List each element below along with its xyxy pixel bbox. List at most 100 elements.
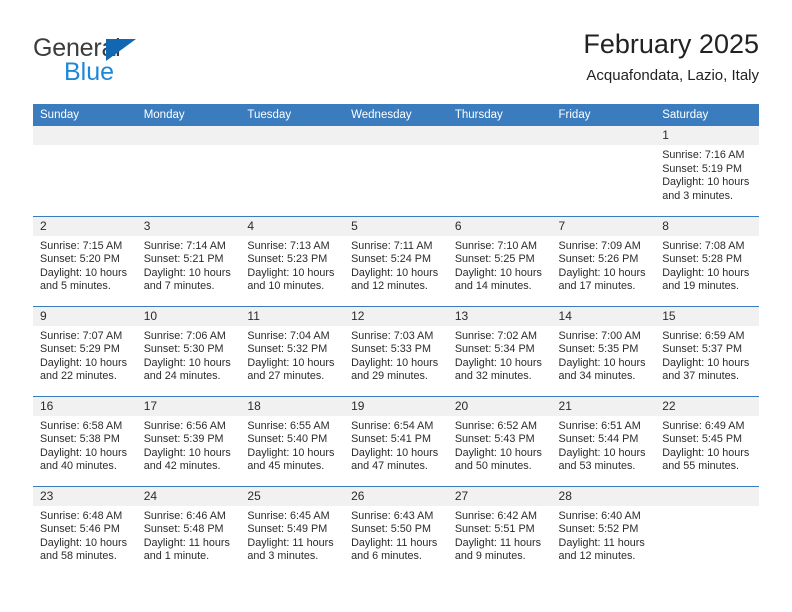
calendar-day-cell[interactable]: 24 Sunrise: 6:46 AM Sunset: 5:48 PM Dayligh… [136, 485, 241, 576]
calendar-day-cell[interactable] [240, 126, 345, 216]
calendar-day[interactable]: 17 Sunrise: 6:56 AM Sunset: 5:39 PM Dayligh… [136, 396, 241, 485]
calendar-day[interactable]: 15 Sunrise: 6:59 AM Sunset: 5:37 PM Dayligh… [655, 306, 759, 395]
calendar-day[interactable]: 7 Sunrise: 7:09 AM Sunset: 5:26 PM Daylight… [551, 216, 656, 305]
day-info: Sunrise: 6:42 AM Sunset: 5:51 PM Daylight:… [448, 506, 552, 564]
calendar-day[interactable]: 16 Sunrise: 6:58 AM Sunset: 5:38 PM Dayligh… [33, 396, 137, 485]
day-info: Sunrise: 7:11 AM Sunset: 5:24 PM Daylight:… [344, 236, 448, 294]
calendar-day-cell[interactable]: 26 Sunrise: 6:43 AM Sunset: 5:50 PM Dayligh… [344, 485, 448, 576]
day-number: 22 [655, 396, 759, 416]
calendar-day-cell[interactable]: 11 Sunrise: 7:04 AM Sunset: 5:32 PM Dayligh… [240, 305, 345, 396]
calendar-day[interactable]: 14 Sunrise: 7:00 AM Sunset: 5:35 PM Dayligh… [551, 306, 656, 395]
daylight-text-line1: Daylight: 10 hours [40, 446, 128, 459]
day-number: 2 [33, 216, 137, 236]
daylight-text-line1: Daylight: 10 hours [247, 446, 335, 459]
calendar-day[interactable]: 27 Sunrise: 6:42 AM Sunset: 5:51 PM Dayligh… [447, 486, 552, 575]
calendar-day[interactable]: 11 Sunrise: 7:04 AM Sunset: 5:32 PM Dayligh… [240, 306, 345, 395]
day-number [447, 126, 552, 145]
calendar-day[interactable]: 19 Sunrise: 6:54 AM Sunset: 5:41 PM Dayligh… [344, 396, 448, 485]
calendar-day-cell[interactable]: 19 Sunrise: 6:54 AM Sunset: 5:41 PM Dayligh… [344, 395, 448, 486]
calendar-day[interactable]: 2 Sunrise: 7:15 AM Sunset: 5:20 PM Daylight… [33, 216, 137, 305]
calendar-day-cell[interactable]: 18 Sunrise: 6:55 AM Sunset: 5:40 PM Dayligh… [240, 395, 345, 486]
calendar-day[interactable]: 24 Sunrise: 6:46 AM Sunset: 5:48 PM Dayligh… [136, 486, 241, 575]
calendar-week-row: 9 Sunrise: 7:07 AM Sunset: 5:29 PM Daylight… [33, 305, 759, 396]
calendar-day-cell[interactable]: 16 Sunrise: 6:58 AM Sunset: 5:38 PM Dayligh… [33, 395, 137, 486]
calendar-day-cell[interactable]: 15 Sunrise: 6:59 AM Sunset: 5:37 PM Dayligh… [655, 305, 759, 396]
day-number: 9 [33, 306, 137, 326]
calendar-day[interactable]: 6 Sunrise: 7:10 AM Sunset: 5:25 PM Daylight… [447, 216, 552, 305]
day-number: 26 [344, 486, 448, 506]
calendar-day-cell[interactable] [33, 126, 137, 216]
calendar-day[interactable]: 8 Sunrise: 7:08 AM Sunset: 5:28 PM Daylight… [655, 216, 759, 305]
daylight-text-line2: and 19 minutes. [662, 280, 740, 293]
day-number: 18 [240, 396, 345, 416]
calendar-day-cell[interactable] [344, 126, 448, 216]
calendar-day-cell[interactable]: 17 Sunrise: 6:56 AM Sunset: 5:39 PM Dayligh… [136, 395, 241, 486]
calendar-day-cell[interactable]: 20 Sunrise: 6:52 AM Sunset: 5:43 PM Dayligh… [447, 395, 552, 486]
calendar-day-cell[interactable]: 5 Sunrise: 7:11 AM Sunset: 5:24 PM Daylight… [344, 215, 448, 306]
calendar-day[interactable]: 9 Sunrise: 7:07 AM Sunset: 5:29 PM Daylight… [33, 306, 137, 395]
calendar-day[interactable]: 23 Sunrise: 6:48 AM Sunset: 5:46 PM Dayligh… [33, 486, 137, 575]
calendar-day-cell[interactable]: 28 Sunrise: 6:40 AM Sunset: 5:52 PM Dayligh… [551, 485, 656, 576]
calendar-day[interactable]: 20 Sunrise: 6:52 AM Sunset: 5:43 PM Dayligh… [447, 396, 552, 485]
calendar-day-cell[interactable]: 22 Sunrise: 6:49 AM Sunset: 5:45 PM Dayligh… [655, 395, 759, 486]
calendar-day-cell[interactable]: 13 Sunrise: 7:02 AM Sunset: 5:34 PM Dayligh… [447, 305, 552, 396]
calendar-day-cell[interactable]: 10 Sunrise: 7:06 AM Sunset: 5:30 PM Dayligh… [136, 305, 241, 396]
calendar-day[interactable]: 1 Sunrise: 7:16 AM Sunset: 5:19 PM Daylight… [655, 126, 759, 214]
sunrise-text: Sunrise: 6:52 AM [454, 419, 538, 432]
sunset-text: Sunset: 5:28 PM [662, 253, 743, 266]
day-number: 10 [136, 306, 241, 326]
calendar-day-cell[interactable]: 4 Sunrise: 7:13 AM Sunset: 5:23 PM Daylight… [240, 215, 345, 306]
day-info: Sunrise: 6:40 AM Sunset: 5:52 PM Daylight:… [552, 506, 656, 564]
title-block: February 2025 Acquafondata, Lazio, Italy [583, 28, 759, 86]
daylight-text-line1: Daylight: 10 hours [351, 446, 439, 459]
calendar-week-row: 2 Sunrise: 7:15 AM Sunset: 5:20 PM Daylight… [33, 215, 759, 306]
day-info: Sunrise: 7:04 AM Sunset: 5:32 PM Daylight:… [240, 326, 344, 384]
calendar-day-cell[interactable]: 12 Sunrise: 7:03 AM Sunset: 5:33 PM Dayligh… [344, 305, 448, 396]
calendar-day[interactable]: 4 Sunrise: 7:13 AM Sunset: 5:23 PM Daylight… [240, 216, 345, 305]
calendar-day[interactable]: 28 Sunrise: 6:40 AM Sunset: 5:52 PM Dayligh… [551, 486, 656, 575]
day-info: Sunrise: 7:08 AM Sunset: 5:28 PM Daylight:… [655, 236, 759, 294]
calendar-day[interactable]: 18 Sunrise: 6:55 AM Sunset: 5:40 PM Dayligh… [240, 396, 345, 485]
calendar-day-cell[interactable]: 2 Sunrise: 7:15 AM Sunset: 5:20 PM Daylight… [33, 215, 137, 306]
calendar-day-cell[interactable] [447, 126, 552, 216]
calendar-day[interactable]: 22 Sunrise: 6:49 AM Sunset: 5:45 PM Dayligh… [655, 396, 759, 485]
sunset-text: Sunset: 5:21 PM [143, 253, 224, 266]
daylight-text-line2: and 17 minutes. [558, 280, 636, 293]
sunrise-text: Sunrise: 6:45 AM [247, 509, 330, 522]
daylight-text-line1: Daylight: 10 hours [143, 446, 231, 459]
calendar-day-cell[interactable]: 9 Sunrise: 7:07 AM Sunset: 5:29 PM Daylight… [33, 305, 137, 396]
brand-logo[interactable]: General Blue [33, 34, 293, 85]
daylight-text-line1: Daylight: 11 hours [558, 536, 645, 549]
daylight-text-line2: and 9 minutes. [454, 550, 526, 563]
daylight-text-line2: and 3 minutes. [247, 550, 319, 563]
weekday-header-row: Sunday Monday Tuesday Wednesday Thursday… [33, 104, 759, 126]
sunset-text: Sunset: 5:51 PM [454, 523, 535, 536]
calendar-day-cell[interactable]: 1 Sunrise: 7:16 AM Sunset: 5:19 PM Daylight… [655, 126, 759, 216]
calendar-day-cell[interactable]: 21 Sunrise: 6:51 AM Sunset: 5:44 PM Dayligh… [551, 395, 656, 486]
sunrise-text: Sunrise: 7:07 AM [40, 329, 123, 342]
calendar-day-cell[interactable]: 14 Sunrise: 7:00 AM Sunset: 5:35 PM Dayligh… [551, 305, 656, 396]
calendar-day-cell[interactable]: 6 Sunrise: 7:10 AM Sunset: 5:25 PM Daylight… [447, 215, 552, 306]
sunrise-text: Sunrise: 6:58 AM [40, 419, 123, 432]
calendar-day-cell[interactable] [655, 485, 759, 576]
calendar-day[interactable]: 25 Sunrise: 6:45 AM Sunset: 5:49 PM Dayligh… [240, 486, 345, 575]
calendar-day-cell[interactable] [136, 126, 241, 216]
day-number [33, 126, 137, 145]
calendar-day[interactable]: 13 Sunrise: 7:02 AM Sunset: 5:34 PM Dayligh… [447, 306, 552, 395]
calendar-day[interactable]: 10 Sunrise: 7:06 AM Sunset: 5:30 PM Dayligh… [136, 306, 241, 395]
calendar-day[interactable]: 12 Sunrise: 7:03 AM Sunset: 5:33 PM Dayligh… [344, 306, 448, 395]
calendar-day[interactable]: 5 Sunrise: 7:11 AM Sunset: 5:24 PM Daylight… [344, 216, 448, 305]
calendar-day-cell[interactable]: 27 Sunrise: 6:42 AM Sunset: 5:51 PM Dayligh… [447, 485, 552, 576]
calendar-day-cell[interactable]: 25 Sunrise: 6:45 AM Sunset: 5:49 PM Dayligh… [240, 485, 345, 576]
sunrise-text: Sunrise: 7:08 AM [662, 239, 745, 252]
calendar-day-cell[interactable] [551, 126, 656, 216]
calendar-day-cell[interactable]: 8 Sunrise: 7:08 AM Sunset: 5:28 PM Daylight… [655, 215, 759, 306]
calendar-day-cell[interactable]: 3 Sunrise: 7:14 AM Sunset: 5:21 PM Daylight… [136, 215, 241, 306]
calendar-day-cell[interactable]: 23 Sunrise: 6:48 AM Sunset: 5:46 PM Dayligh… [33, 485, 137, 576]
day-number: 7 [551, 216, 656, 236]
sunset-text: Sunset: 5:45 PM [662, 433, 743, 446]
calendar-day[interactable]: 21 Sunrise: 6:51 AM Sunset: 5:44 PM Dayligh… [551, 396, 656, 485]
calendar-day[interactable]: 26 Sunrise: 6:43 AM Sunset: 5:50 PM Dayligh… [344, 486, 448, 575]
calendar-day-cell[interactable]: 7 Sunrise: 7:09 AM Sunset: 5:26 PM Daylight… [551, 215, 656, 306]
calendar-day[interactable]: 3 Sunrise: 7:14 AM Sunset: 5:21 PM Daylight… [136, 216, 241, 305]
